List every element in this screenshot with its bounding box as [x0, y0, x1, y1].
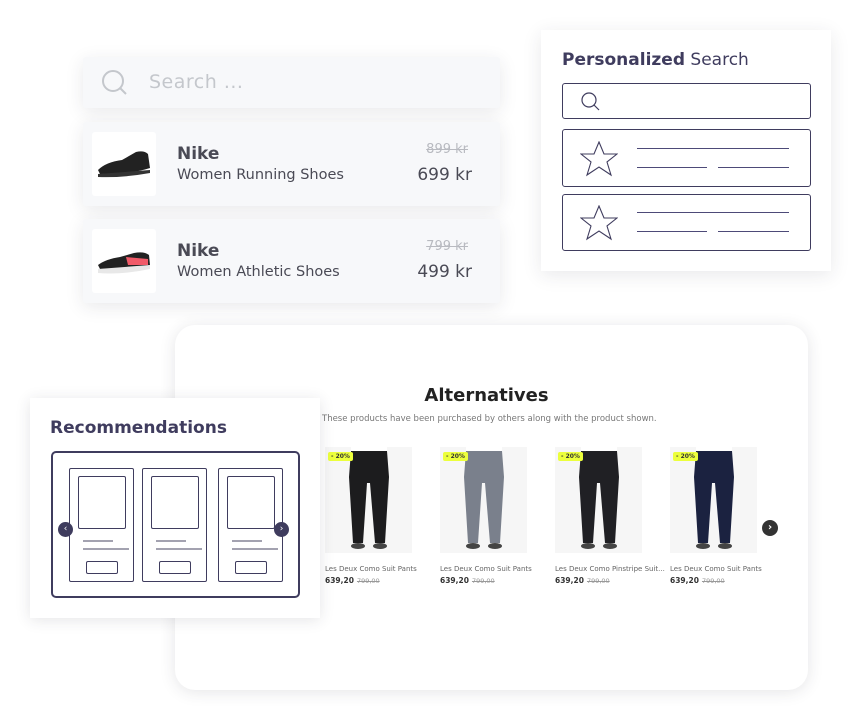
pants-image — [464, 447, 504, 549]
star-icon — [580, 141, 618, 177]
product-image: - 20% — [440, 447, 527, 553]
product-name: Les Deux Como Pinstripe Suit... — [555, 565, 665, 573]
search-placeholder: Search ... — [149, 71, 244, 93]
product-card[interactable]: - 20% Les Deux Como Suit Pants 639,20 799… — [670, 447, 770, 585]
star-icon — [580, 205, 618, 241]
search-icon — [102, 70, 127, 95]
product-card[interactable]: - 20% Les Deux Como Suit Pants 639,20 799… — [440, 447, 540, 585]
old-price: 799,00 — [586, 577, 610, 585]
card-illustration — [142, 468, 207, 582]
price: 699 kr — [417, 165, 472, 185]
pants-image — [579, 447, 619, 549]
pants-image — [349, 447, 389, 549]
product-card[interactable]: - 20% Les Deux Como Suit Pants 639,20 799… — [325, 447, 425, 585]
prev-arrow-icon: ‹ — [58, 522, 73, 537]
old-price: 799,00 — [356, 577, 380, 585]
product-image: - 20% — [670, 447, 757, 553]
product-brand: Nike — [177, 241, 220, 261]
old-price: 799 kr — [426, 239, 468, 254]
search-bar[interactable]: Search ... — [83, 57, 500, 108]
product-image: - 20% — [325, 447, 412, 553]
product-name: Women Running Shoes — [177, 167, 344, 183]
discount-badge: - 20% — [558, 452, 583, 461]
pants-image — [694, 447, 734, 549]
search-box-illustration — [562, 83, 811, 119]
search-icon — [581, 92, 600, 111]
alternatives-subtitle: These products have been purchased by ot… — [322, 414, 657, 424]
old-price: 899 kr — [426, 142, 468, 157]
product-image: - 20% — [555, 447, 642, 553]
product-price: 639,20 799,00 — [325, 576, 425, 585]
price: 639,20 — [325, 576, 354, 585]
old-price: 799,00 — [701, 577, 725, 585]
product-image — [92, 229, 156, 293]
recommendations-title: Recommendations — [50, 418, 227, 438]
product-name: Women Athletic Shoes — [177, 264, 340, 280]
carousel-illustration: ‹ › — [51, 451, 300, 598]
search-result-item[interactable]: Nike Women Running Shoes 899 kr 699 kr — [83, 122, 500, 206]
shoe-image — [98, 151, 150, 178]
price: 639,20 — [670, 576, 699, 585]
search-result-item[interactable]: Nike Women Athletic Shoes 799 kr 499 kr — [83, 219, 500, 303]
panel-title: Personalized Search — [562, 50, 749, 70]
card-illustration — [69, 468, 134, 582]
product-image — [92, 132, 156, 196]
next-arrow-icon: › — [274, 522, 289, 537]
product-price: 639,20 799,00 — [555, 576, 655, 585]
product-name: Les Deux Como Suit Pants — [440, 565, 532, 573]
product-name: Les Deux Como Suit Pants — [325, 565, 417, 573]
product-card[interactable]: - 20% Les Deux Como Pinstripe Suit... 63… — [555, 447, 665, 585]
next-arrow-button[interactable]: › — [762, 520, 778, 536]
price: 639,20 — [440, 576, 469, 585]
shoe-image — [98, 252, 150, 274]
personalized-search-panel: Personalized Search — [541, 30, 831, 271]
discount-badge: - 20% — [328, 452, 353, 461]
price: 499 kr — [417, 262, 472, 282]
result-illustration — [562, 194, 811, 251]
product-price: 639,20 799,00 — [670, 576, 770, 585]
product-brand: Nike — [177, 144, 220, 164]
price: 639,20 — [555, 576, 584, 585]
product-price: 639,20 799,00 — [440, 576, 540, 585]
old-price: 799,00 — [471, 577, 495, 585]
result-illustration — [562, 129, 811, 187]
product-name: Les Deux Como Suit Pants — [670, 565, 762, 573]
title-rest: Search — [690, 50, 749, 70]
card-illustration — [218, 468, 283, 582]
recommendations-panel: Recommendations ‹ › — [30, 398, 320, 618]
discount-badge: - 20% — [443, 452, 468, 461]
title-bold: Personalized — [562, 50, 685, 70]
discount-badge: - 20% — [673, 452, 698, 461]
